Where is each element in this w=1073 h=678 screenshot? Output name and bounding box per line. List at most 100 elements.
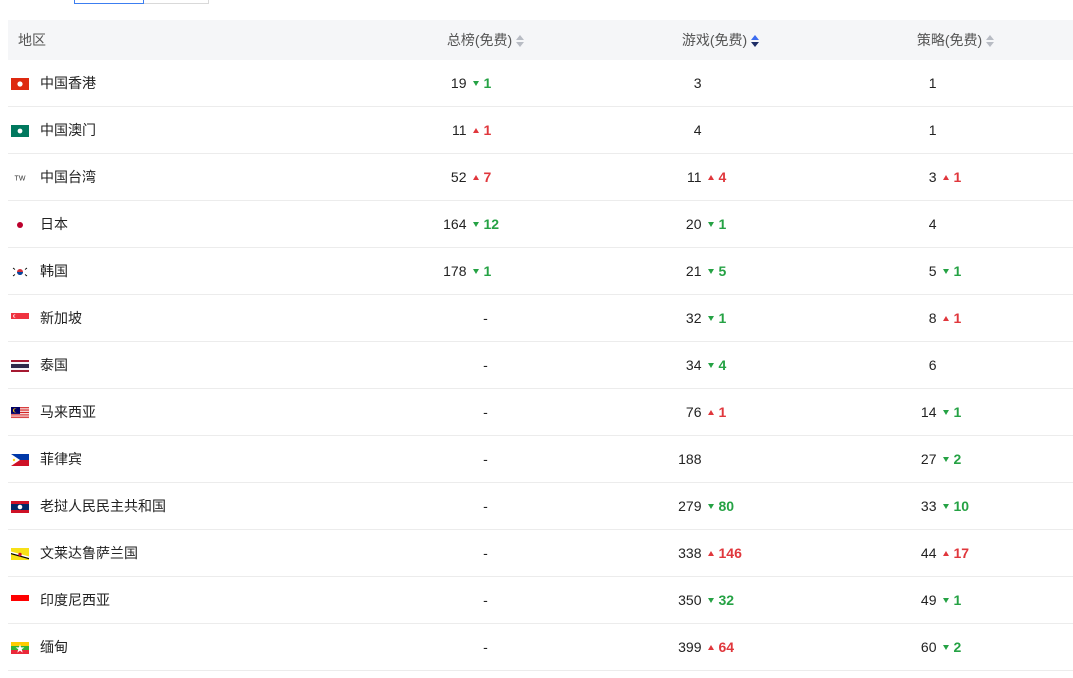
header-games-free[interactable]: 游戏(免费)	[603, 20, 838, 60]
rank-value: 60	[920, 639, 937, 655]
rank-change-down: 1	[942, 592, 961, 608]
region-name: 泰国	[40, 357, 68, 373]
region-name: 老挝人民民主共和国	[40, 498, 166, 514]
ranking-table: 地区 总榜(免费) 游戏(免费) 策略(免费) 中国香港 19 1 3 1 中国澳门 11 1…	[8, 20, 1073, 671]
rank-change-value: 1	[953, 169, 962, 185]
table-row[interactable]: 马来西亚 - 76 1 14 1	[8, 388, 1073, 436]
region-cell: 老挝人民民主共和国	[8, 482, 368, 530]
region-name: 马来西亚	[40, 404, 96, 420]
rank-change-value: 2	[953, 639, 962, 655]
header-region: 地区	[8, 20, 368, 60]
arrow-down-icon	[707, 221, 714, 227]
table-row[interactable]: 菲律宾 - 188 27 2	[8, 435, 1073, 483]
rank-value: 34	[685, 357, 702, 373]
arrow-down-icon	[707, 597, 714, 603]
sort-icon[interactable]	[516, 34, 525, 48]
table-row[interactable]: 泰国 - 34 4 6	[8, 341, 1073, 389]
flag-hk-icon	[11, 77, 29, 90]
header-strategy-free[interactable]: 策略(免费)	[838, 20, 1073, 60]
rank-value: 8	[928, 310, 937, 326]
table-row[interactable]: 文莱达鲁萨兰国 - 338 146 44 17	[8, 529, 1073, 577]
rank-change-value: 7	[483, 169, 492, 185]
table-row[interactable]: TW 中国台湾 52 7 11 4 3 1	[8, 153, 1073, 201]
rank-change-down: 12	[472, 216, 499, 232]
rank-cell-overall: -	[368, 341, 603, 389]
sort-icon-active[interactable]	[751, 34, 760, 48]
table-row[interactable]: 缅甸 - 399 64 60 2	[8, 623, 1073, 671]
arrow-up-icon	[942, 315, 949, 321]
rank-cell-strategy: 60 2	[838, 623, 1073, 671]
rank-change-value: 5	[718, 263, 727, 279]
flag-la-icon	[11, 500, 29, 513]
table-row[interactable]: 韩国 178 1 21 5 5 1	[8, 247, 1073, 295]
rank-change-value: 1	[483, 263, 492, 279]
rank-change-value: 4	[718, 357, 727, 373]
top-tab[interactable]	[144, 0, 209, 4]
rank-value: 20	[685, 216, 702, 232]
flag-my-icon	[11, 406, 29, 419]
rank-change-value: 1	[718, 216, 727, 232]
rank-value: 11	[686, 169, 702, 185]
flag-mo-icon	[11, 124, 29, 137]
table-row[interactable]: 日本 164 12 20 1 4	[8, 200, 1073, 248]
rank-change-value: 1	[953, 404, 962, 420]
region-name: 缅甸	[40, 639, 68, 655]
region-cell: TW 中国台湾	[8, 153, 368, 201]
arrow-down-icon	[942, 268, 949, 274]
rank-change-value: 1	[718, 310, 727, 326]
rank-value: 11	[451, 122, 467, 138]
rank-change-down: 1	[472, 75, 491, 91]
rank-value: 44	[920, 545, 937, 561]
rank-value: 27	[920, 451, 937, 467]
flag-th-icon	[11, 359, 29, 372]
rank-change-down: 1	[942, 404, 962, 420]
rank-empty: -	[483, 357, 488, 373]
rank-change-down: 5	[707, 263, 727, 279]
rank-cell-strategy: 49 1	[838, 576, 1073, 624]
rank-change-value: 4	[718, 169, 727, 185]
region-cell: 韩国	[8, 247, 368, 295]
rank-value: 5	[928, 263, 937, 279]
flag-kr-icon	[11, 265, 29, 278]
rank-change-up: 4	[707, 169, 727, 185]
arrow-down-icon	[472, 80, 479, 86]
region-name: 菲律宾	[40, 451, 82, 467]
rank-cell-overall: -	[368, 576, 603, 624]
table-row[interactable]: 新加坡 -32 1 8 1	[8, 294, 1073, 342]
rank-empty: -	[483, 310, 488, 326]
rank-change-up: 64	[707, 639, 734, 655]
rank-value: 14	[920, 404, 937, 420]
rank-cell-games: 32 1	[603, 294, 838, 342]
table-row[interactable]: 中国香港 19 1 3 1	[8, 60, 1073, 107]
table-row[interactable]: 老挝人民民主共和国 - 279 80 33 10	[8, 482, 1073, 530]
header-overall-free[interactable]: 总榜(免费)	[368, 20, 603, 60]
rank-change-value: 17	[953, 545, 970, 561]
arrow-up-icon	[707, 644, 714, 650]
sort-icon[interactable]	[986, 34, 995, 48]
rank-value: 32	[685, 310, 702, 326]
rank-change-value: 1	[953, 263, 962, 279]
region-cell: 中国澳门	[8, 106, 368, 154]
arrow-down-icon	[707, 315, 714, 321]
top-tab-active[interactable]	[74, 0, 144, 4]
rank-cell-games: 11 4	[603, 153, 838, 201]
region-cell: 泰国	[8, 341, 368, 389]
rank-empty: -	[483, 545, 488, 561]
flag-tw-icon: TW	[11, 171, 29, 184]
rank-change-up: 1	[942, 169, 962, 185]
svg-text:TW: TW	[15, 176, 26, 183]
arrow-down-icon	[942, 503, 949, 509]
rank-cell-strategy: 31	[838, 153, 1073, 201]
rank-cell-strategy: 1	[838, 60, 1073, 107]
table-row[interactable]: 印度尼西亚 - 350 32 49 1	[8, 576, 1073, 624]
rank-change-down: 4	[707, 357, 727, 373]
rank-change-down: 1	[942, 263, 962, 279]
region-name: 中国台湾	[40, 169, 96, 185]
rank-change-down: 1	[707, 216, 727, 232]
rank-cell-overall: 164 12	[368, 200, 603, 248]
table-row[interactable]: 中国澳门 11 1 4 1	[8, 106, 1073, 154]
rank-value: 399	[678, 639, 702, 655]
header-strategy-label: 策略(免费)	[916, 32, 983, 48]
rank-change-down: 2	[942, 639, 962, 655]
rank-cell-overall: 19 1	[368, 60, 603, 107]
